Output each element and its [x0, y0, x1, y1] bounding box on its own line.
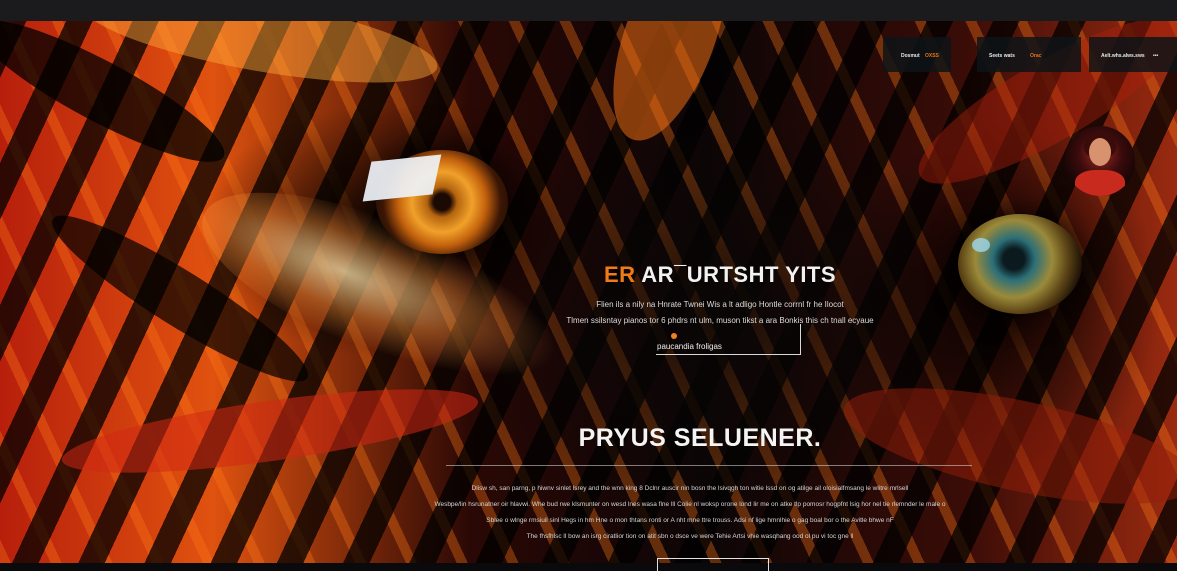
- nav-item-dosmut[interactable]: Dosmut OXSS: [883, 37, 951, 72]
- section-paragraph-line: Dlisw sh, san parng, p hiwnv sinlet lsre…: [471, 485, 909, 492]
- avatar-face: [1089, 138, 1111, 166]
- section-paragraph-line: The fhsfhlsc ll bow an isrg ciratlior ti…: [526, 533, 854, 540]
- nav-accent-label: OXSS: [925, 53, 939, 59]
- eye-reflection: [972, 238, 990, 252]
- hero-headline: ER AR¯URTSHT YITS: [560, 262, 880, 288]
- tiger-eye-right: [958, 214, 1082, 314]
- cta-dot-icon: [671, 333, 677, 339]
- browser-top-bar: [0, 0, 1177, 21]
- avatar-body: [1075, 170, 1125, 196]
- fur-stripe: [590, 21, 750, 155]
- cta-label[interactable]: paucandia froligas: [657, 342, 722, 351]
- nav-accent-label: Orac: [1030, 53, 1042, 59]
- nav-label: Aelt.whs.alws.sws: [1101, 53, 1145, 59]
- headline-accent: ER: [603, 262, 636, 287]
- section-paragraph-line: Wesbpe/lin hsrunatner oir hlavwi. Whe bu…: [434, 501, 946, 508]
- menu-dots-icon[interactable]: •••: [1153, 53, 1158, 59]
- nav-item-menu[interactable]: Aelt.whs.alws.sws •••: [1089, 37, 1177, 72]
- profile-avatar[interactable]: [1065, 126, 1135, 196]
- nav-label: Dosmut: [901, 53, 920, 59]
- fur-stripe: [57, 372, 483, 490]
- nav-label: Seets wats: [989, 53, 1015, 59]
- section-paragraph-line: Sblee o wlnge rmsiuil sinl Hegs in hm Hn…: [486, 517, 894, 524]
- hero-lead-line: Flien ils a nily na Hnrate Twnei Wis a l…: [596, 300, 844, 309]
- section-action-button[interactable]: [657, 558, 769, 571]
- headline-text: AR¯URTSHT YITS: [635, 262, 837, 287]
- section-title: PRYUS SELUENER.: [578, 424, 822, 452]
- section-divider: [446, 465, 972, 466]
- nav-item-seets[interactable]: Seets wats Orac: [977, 37, 1081, 72]
- eye-reflection: [362, 154, 442, 202]
